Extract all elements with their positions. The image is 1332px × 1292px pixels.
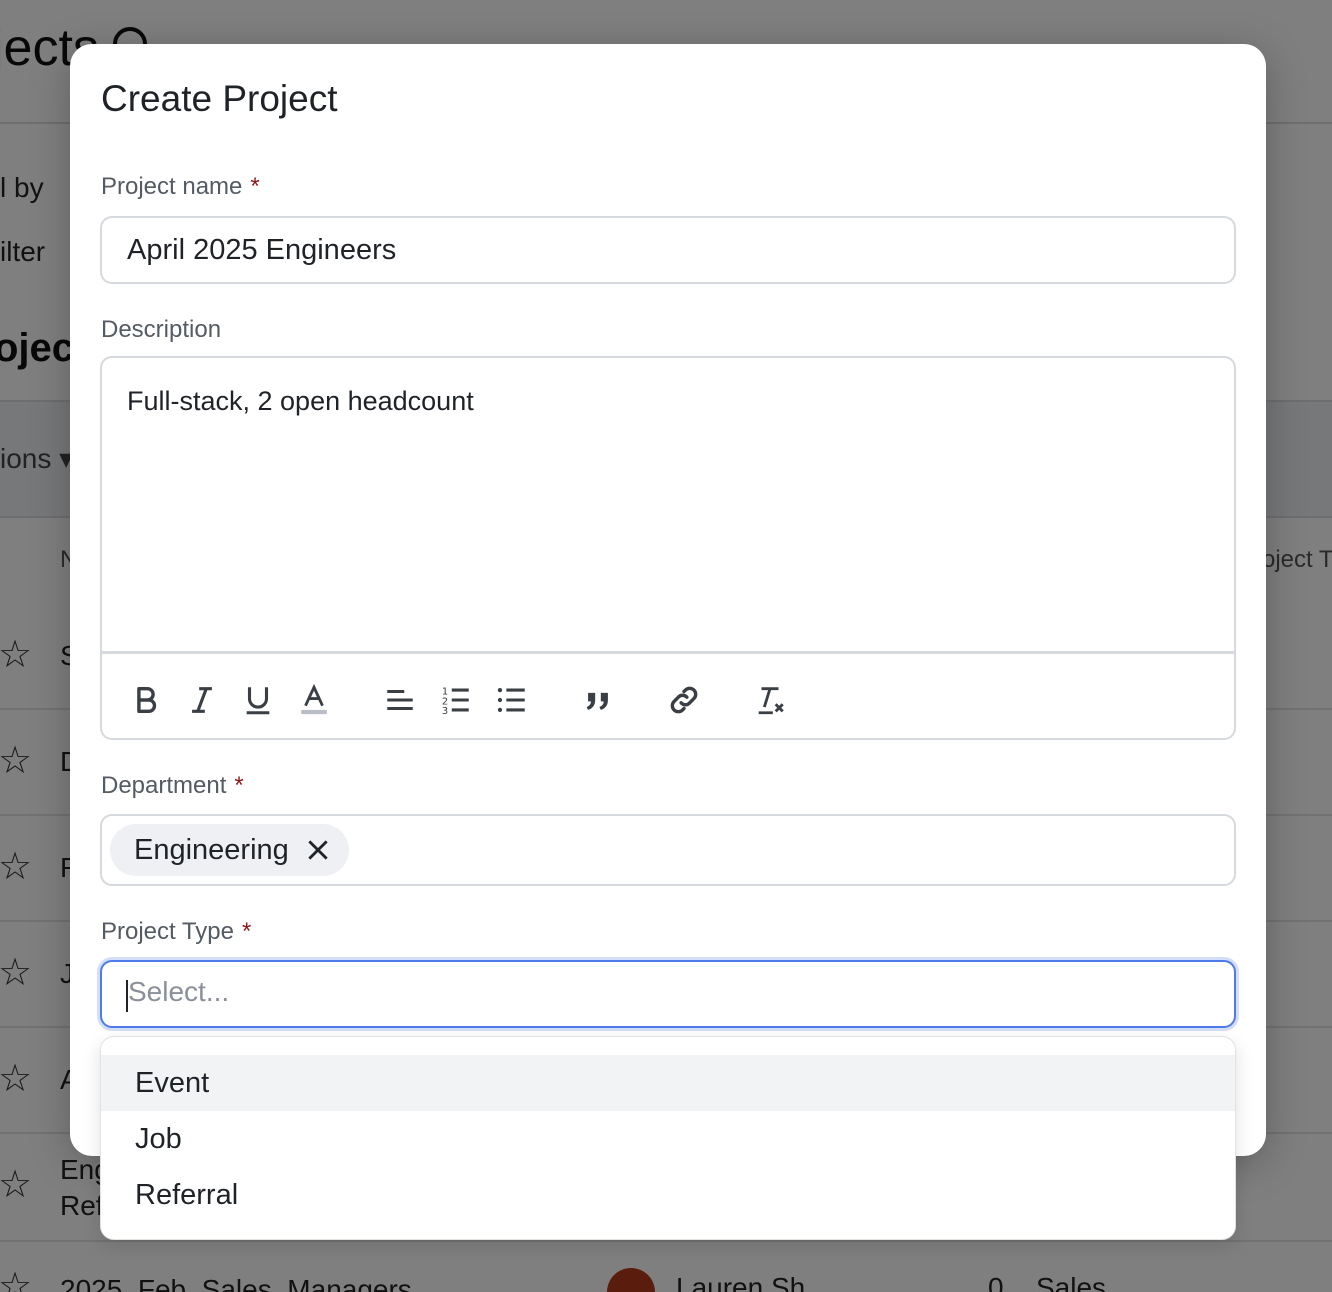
project-name-value[interactable]: April 2025 Engineers <box>127 234 396 267</box>
bold-icon[interactable] <box>124 678 168 722</box>
text-color-icon[interactable] <box>292 678 336 722</box>
underline-icon[interactable] <box>236 678 280 722</box>
department-multiselect[interactable]: Engineering <box>100 814 1236 886</box>
description-label: Description <box>101 316 222 343</box>
project-type-placeholder[interactable]: Select... <box>128 976 229 1008</box>
project-name-input[interactable]: April 2025 Engineers <box>100 216 1236 284</box>
dialog-title: Create Project <box>101 78 338 119</box>
bullet-list-icon[interactable] <box>490 678 534 722</box>
dropdown-option-job[interactable]: Job <box>101 1111 1235 1167</box>
dropdown-option-event[interactable]: Event <box>101 1055 1235 1111</box>
clear-format-icon[interactable] <box>748 678 792 722</box>
ordered-list-icon[interactable]: 123 <box>434 678 478 722</box>
department-chip: Engineering <box>110 824 349 876</box>
close-icon[interactable] <box>303 835 333 865</box>
project-type-select[interactable]: Select... <box>100 960 1236 1028</box>
department-label: Department * <box>101 772 244 799</box>
chip-label: Engineering <box>134 833 289 866</box>
project-type-label: Project Type * <box>101 918 252 945</box>
link-icon[interactable] <box>662 678 706 722</box>
italic-icon[interactable] <box>180 678 224 722</box>
option-label: Referral <box>135 1179 239 1211</box>
description-textarea[interactable]: Full-stack, 2 open headcount <box>102 358 1234 654</box>
option-label: Event <box>135 1067 210 1099</box>
project-type-dropdown: Event Job Referral <box>100 1036 1236 1240</box>
quote-icon[interactable] <box>576 678 620 722</box>
project-name-label: Project name * <box>101 173 260 200</box>
description-editor[interactable]: Full-stack, 2 open headcount 123 <box>100 356 1236 740</box>
create-project-dialog: Create Project Project name * April 2025 … <box>70 44 1266 1156</box>
option-label: Job <box>135 1123 182 1155</box>
description-value[interactable]: Full-stack, 2 open headcount <box>127 386 474 417</box>
svg-text:3: 3 <box>442 706 448 717</box>
align-left-icon[interactable] <box>378 678 422 722</box>
dropdown-option-referral[interactable]: Referral <box>101 1167 1235 1223</box>
